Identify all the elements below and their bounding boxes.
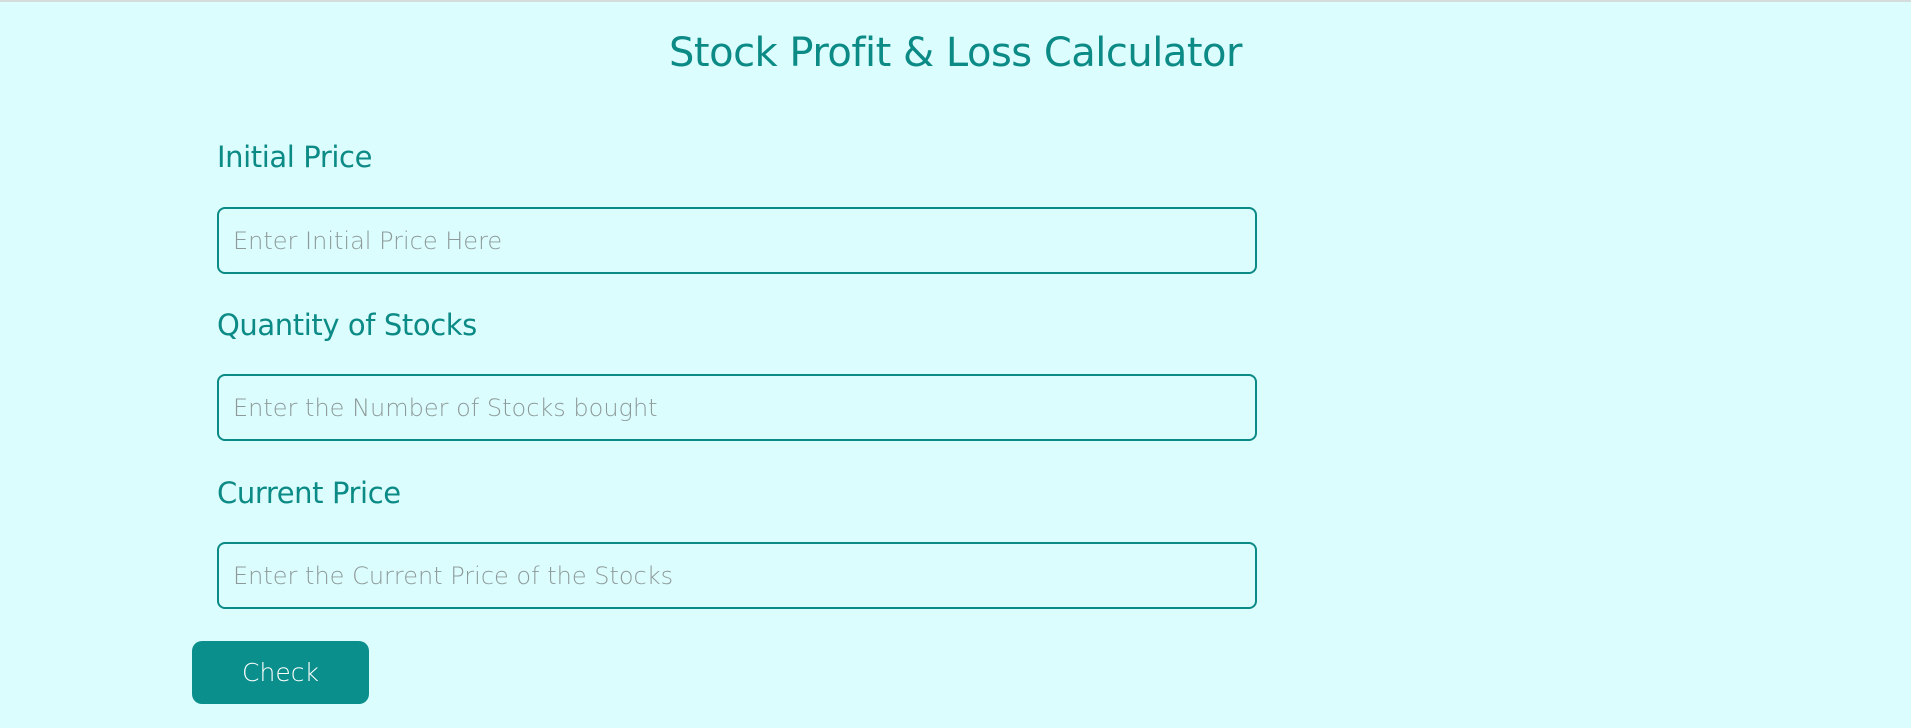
quantity-label: Quantity of Stocks bbox=[217, 308, 477, 342]
check-button[interactable]: Check bbox=[192, 641, 369, 704]
current-price-label: Current Price bbox=[217, 476, 401, 510]
current-price-input[interactable] bbox=[217, 542, 1257, 609]
top-divider bbox=[0, 0, 1911, 2]
quantity-input[interactable] bbox=[217, 374, 1257, 441]
initial-price-label: Initial Price bbox=[217, 140, 373, 174]
page-title: Stock Profit & Loss Calculator bbox=[669, 30, 1242, 76]
initial-price-input[interactable] bbox=[217, 207, 1257, 274]
